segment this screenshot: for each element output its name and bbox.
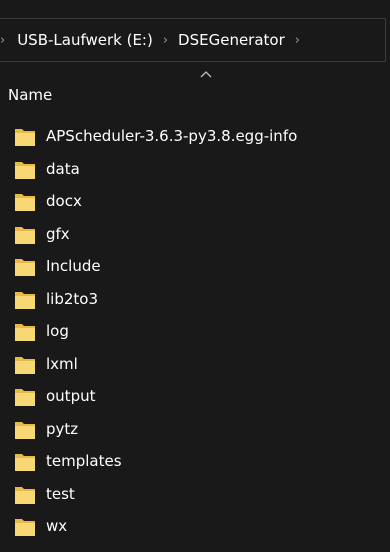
folder-icon [15,324,35,341]
list-item-label: pytz [46,419,79,438]
list-item[interactable]: lxml [0,349,386,382]
list-item[interactable]: lib2to3 [0,284,386,317]
folder-icon [15,194,35,211]
breadcrumb-separator-icon[interactable]: › [0,33,17,48]
list-item-label: APScheduler-3.6.3-py3.8.egg-info [46,127,298,145]
list-item-label: Include [46,257,101,275]
list-item-label: gfx [46,224,70,243]
list-item-label: test [46,484,75,503]
list-item[interactable]: Include [0,251,386,284]
list-item-label: lib2to3 [46,289,99,308]
list-item[interactable]: test [0,479,386,512]
list-item[interactable]: output [0,381,386,414]
list-item[interactable]: templates [0,446,386,479]
list-item[interactable]: log [0,316,386,349]
folder-icon [15,356,35,374]
breadcrumb-dsegenerator[interactable]: DSEGenerator [178,31,285,49]
folder-icon [15,129,35,146]
list-item-label: lxml [46,354,78,373]
list-item[interactable]: wx [0,511,386,544]
address-bar[interactable]: › USB-Laufwerk (E:) › DSEGenerator › [0,18,386,62]
folder-icon [15,291,35,309]
folder-icon [15,519,35,536]
breadcrumb-usb-drive[interactable]: USB-Laufwerk (E:) [17,31,153,49]
list-item[interactable]: pytz [0,414,386,447]
list-item-label: output [46,387,96,405]
folder-icon [15,389,35,406]
folder-icon [15,454,35,471]
sort-ascending-icon [200,71,212,78]
list-item-label: wx [46,517,68,535]
list-item-label: docx [46,192,82,210]
list-item[interactable]: data [0,154,386,187]
folder-icon [15,226,35,244]
list-item[interactable]: APScheduler-3.6.3-py3.8.egg-info [0,121,386,154]
column-header-label: Name [8,86,53,104]
breadcrumb-separator-icon[interactable]: › [285,33,310,48]
column-header-name[interactable]: Name [0,64,386,110]
folder-icon [15,421,35,439]
breadcrumb-separator-icon[interactable]: › [153,33,178,48]
list-item[interactable]: gfx [0,219,386,252]
file-explorer-window: › USB-Laufwerk (E:) › DSEGenerator › Nam… [0,0,390,552]
folder-icon [15,161,35,179]
folder-icon [15,486,35,504]
folder-icon [15,259,35,276]
list-item[interactable]: docx [0,186,386,219]
list-item-label: log [46,322,69,340]
list-item-label: templates [46,452,122,470]
list-item-label: data [46,159,80,178]
file-list: APScheduler-3.6.3-py3.8.egg-info data docx… [0,121,386,544]
